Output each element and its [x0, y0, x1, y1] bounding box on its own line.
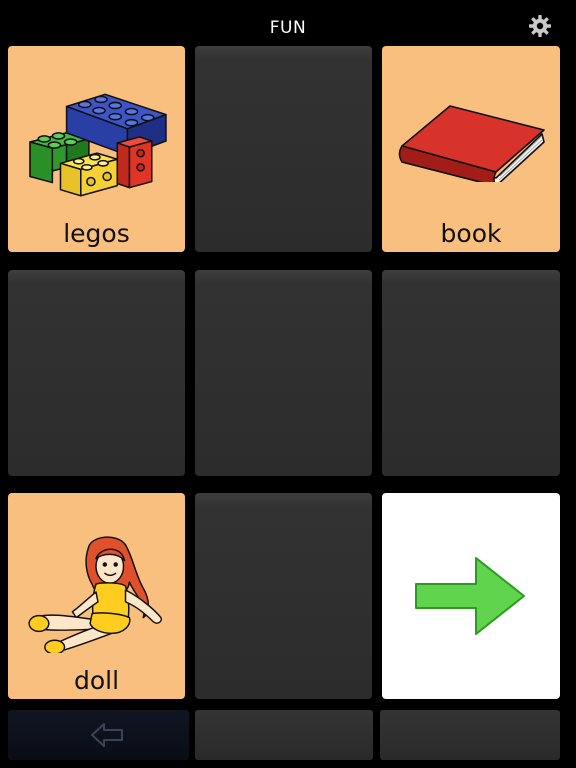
app-screen: FUN legos book doll	[0, 0, 576, 768]
back-button[interactable]	[8, 710, 189, 760]
page-title: FUN	[269, 18, 307, 38]
arrow-right-icon	[415, 557, 525, 635]
tile-empty[interactable]	[382, 270, 560, 476]
tile-empty[interactable]	[195, 493, 372, 699]
bottom-button-middle[interactable]	[195, 710, 373, 760]
tile-book[interactable]: book	[382, 46, 560, 252]
tile-label: legos	[63, 219, 130, 248]
arrow-left-icon	[91, 723, 123, 747]
tile-empty[interactable]	[195, 46, 372, 252]
tile-doll[interactable]: doll	[8, 493, 185, 699]
tile-legos[interactable]: legos	[8, 46, 185, 252]
doll-icon	[28, 536, 163, 653]
gear-icon[interactable]	[528, 14, 552, 38]
bottom-button-right[interactable]	[380, 710, 560, 760]
legos-icon	[29, 93, 167, 197]
header-bar: FUN	[0, 0, 576, 44]
next-page-tile[interactable]	[382, 493, 560, 699]
tile-empty[interactable]	[8, 270, 185, 476]
tile-label: book	[440, 219, 502, 248]
tile-empty[interactable]	[195, 270, 372, 476]
book-icon	[398, 105, 545, 182]
tile-label: doll	[73, 666, 120, 695]
